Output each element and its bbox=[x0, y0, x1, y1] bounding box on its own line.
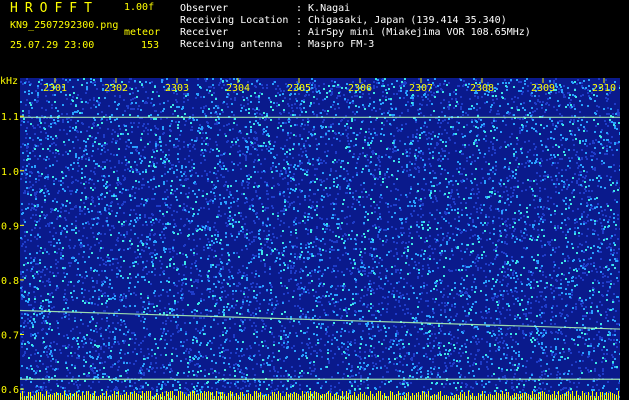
observer-value: : K.Nagai bbox=[296, 3, 351, 14]
x-tick-label: 2304 bbox=[226, 83, 250, 94]
right-margin bbox=[620, 78, 629, 400]
count-label: 153 bbox=[141, 40, 160, 51]
header-panel: HROFFT 1.00f KN9_2507292300.png meteor 2… bbox=[0, 0, 629, 76]
observer-label: Observer bbox=[180, 3, 229, 14]
y-tick-label: 1.0 bbox=[1, 167, 19, 178]
x-tick-label: 2301 bbox=[43, 83, 67, 94]
x-tick-label: 2310 bbox=[592, 83, 616, 94]
receiver-label: Receiver bbox=[180, 27, 229, 38]
file-name: KN9_2507292300.png bbox=[10, 20, 119, 31]
x-tick-label: 2305 bbox=[287, 83, 311, 94]
app-title: HROFFT bbox=[10, 1, 99, 16]
datetime-label: 25.07.29 23:00 bbox=[10, 40, 95, 51]
y-tick-label: 1.1 bbox=[1, 112, 19, 123]
location-label: Receiving Location bbox=[180, 15, 289, 26]
antenna-label: Receiving antenna bbox=[180, 39, 283, 50]
app-version: 1.00f bbox=[124, 2, 155, 13]
spectrogram-plot: 2301 2302 2303 2304 2305 2306 2307 2308 2309 2310 bbox=[20, 78, 620, 400]
x-tick-label: 2303 bbox=[165, 83, 189, 94]
y-axis: 1.1 1.0 0.9 0.8 0.7 0.6 bbox=[1, 112, 19, 396]
y-tick-label: 0.7 bbox=[1, 331, 19, 342]
receiver-value: : AirSpy mini (Miakejima VOR 108.65MHz) bbox=[296, 27, 531, 38]
x-tick-label: 2306 bbox=[348, 83, 372, 94]
y-tick-label: 0.8 bbox=[1, 276, 19, 287]
x-tick-label: 2302 bbox=[104, 83, 128, 94]
spectrogram-svg: 2301 2302 2303 2304 2305 2306 2307 2308 2309 2310 bbox=[20, 78, 620, 400]
location-value: : Chigasaki, Japan (139.414 35.340) bbox=[296, 15, 507, 26]
x-tick-label: 2307 bbox=[409, 83, 433, 94]
y-tick-label: 0.6 bbox=[1, 385, 19, 396]
antenna-value: : Maspro FM-3 bbox=[296, 39, 375, 50]
x-tick-label: 2308 bbox=[470, 83, 494, 94]
x-tick-label: 2309 bbox=[531, 83, 555, 94]
mode-label: meteor bbox=[124, 27, 161, 38]
y-tick-label: 0.9 bbox=[1, 221, 19, 232]
